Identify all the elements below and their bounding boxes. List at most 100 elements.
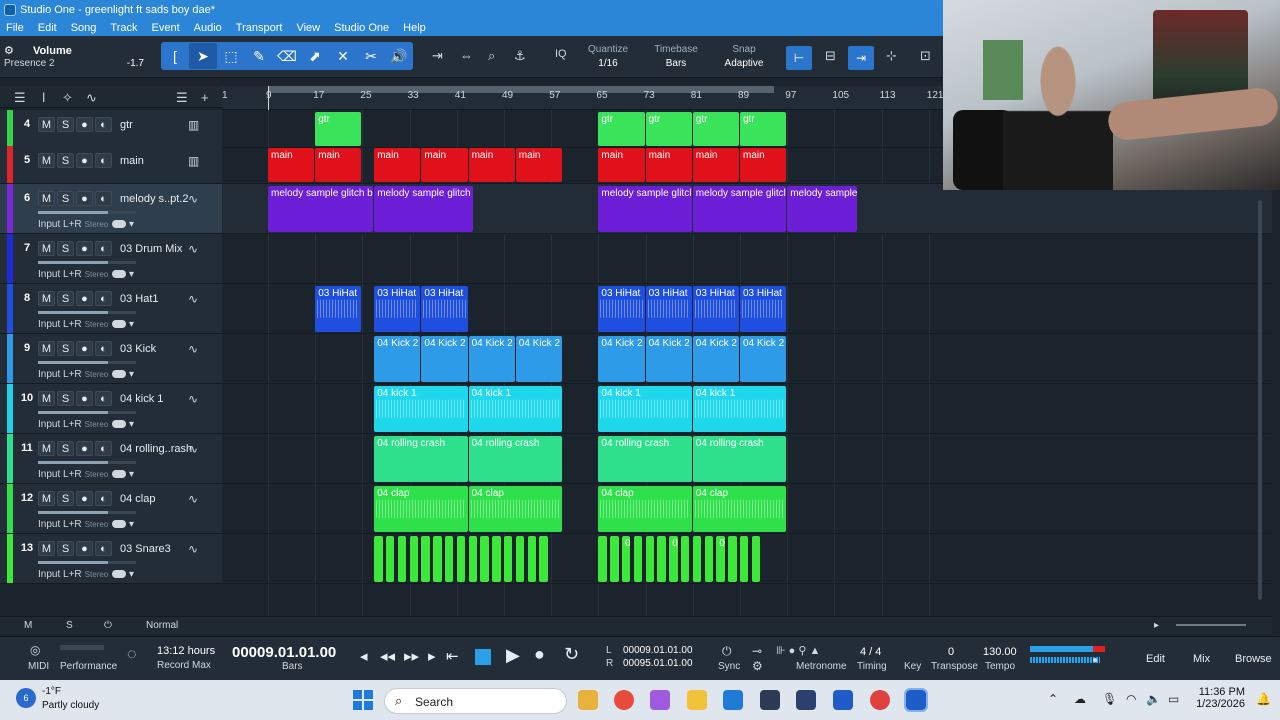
event-clip[interactable] [421,536,430,582]
event-clip[interactable] [692,536,702,582]
paint-tool-icon[interactable]: ⬈ [301,43,329,69]
snap-control[interactable]: Snap Adaptive [718,44,770,69]
bracket-tool-icon[interactable]: [ [161,43,189,69]
track-name[interactable]: 03 Drum Mix [120,243,182,255]
pencil-tool-icon[interactable]: ✎ [245,43,273,69]
fullscreen-icon[interactable]: ⊡ [920,48,931,64]
event-clip[interactable] [445,536,454,582]
mix-button[interactable]: Mix [1193,653,1210,665]
automation-icon[interactable]: ∿ [86,90,97,106]
event-clip[interactable]: 04 rolling crash [598,436,692,482]
file-explorer-icon[interactable] [687,690,707,710]
event-clip[interactable]: main [515,148,562,182]
record-arm-icon[interactable]: ● [76,341,93,356]
track-volume-fader[interactable] [38,211,136,214]
input-toggle[interactable] [112,470,127,479]
record-arm-icon[interactable]: ● [76,541,93,556]
event-clip[interactable] [681,536,690,582]
photos-icon[interactable] [723,690,743,710]
event-clip[interactable]: 03 [669,536,678,582]
volume-icon[interactable]: 🔈 [1146,692,1161,706]
mute-button[interactable]: M [38,491,55,506]
track-header-11[interactable]: 11 M S ● ◐ 04 rolling..rash ∿ Input L+R S… [0,434,222,484]
event-clip[interactable] [433,536,442,582]
menu-file[interactable]: File [6,22,24,34]
track-input-select[interactable]: Input L+R Stereo ▾ [38,519,134,530]
vertical-scrollbar[interactable] [1258,200,1262,600]
event-clip[interactable]: 03 HiHat [598,286,645,332]
event-clip[interactable]: main [740,148,787,182]
monitor-icon[interactable]: ◐ [95,341,112,356]
record-arm-icon[interactable]: ● [76,191,93,206]
monitor-icon[interactable]: ◐ [95,153,112,168]
studio-one-taskbar-icon[interactable] [833,690,853,710]
snap-to-grid-icon[interactable]: ⊢ [786,46,812,70]
input-toggle[interactable] [112,570,127,579]
follow-icon[interactable]: ⇥ [432,48,443,64]
record-arm-icon[interactable]: ● [76,241,93,256]
stretch-icon[interactable]: ⇔ [460,48,473,63]
tray-cloud-icon[interactable]: ☁ [1074,692,1086,706]
event-clip[interactable] [504,536,513,582]
snap-to-zero-icon[interactable]: ⊹ [886,48,897,64]
windows-start-icon[interactable] [353,690,373,710]
event-clip[interactable]: 04 rolling crash [468,436,562,482]
loop-left-value[interactable]: 00009.01.01.00 [623,645,693,656]
solo-button[interactable]: S [57,391,74,406]
copilot-icon[interactable] [650,690,670,710]
solo-button[interactable]: S [57,441,74,456]
track-menu-icon[interactable]: ☰ [176,90,188,106]
track-header-5[interactable]: 5 M S ● ◐ main ▥ [0,146,222,184]
event-clip[interactable] [539,536,548,582]
fast-forward-icon[interactable]: ▸▸ [404,647,419,665]
timing-value[interactable]: 4 / 4 [860,646,881,658]
event-clip[interactable]: 04 clap [468,486,562,532]
track-input-select[interactable]: Input L+R Stereo ▾ [38,569,134,580]
tools-icon[interactable]: ✧ [62,90,73,106]
app-icon-a[interactable] [760,690,780,710]
solo-button[interactable]: S [57,191,74,206]
event-clip[interactable] [610,536,619,582]
menu-help[interactable]: Help [403,22,426,34]
track-input-select[interactable]: Input L+R Stereo ▾ [38,369,134,380]
event-clip[interactable]: main [468,148,515,182]
to-end-icon[interactable]: ▸ [428,647,436,665]
mute-button[interactable]: M [38,291,55,306]
record-arm-icon[interactable]: ● [76,117,93,132]
event-clip[interactable]: 03 HiHat [315,286,362,332]
taskbar-search[interactable]: ⌕ Search [384,688,567,714]
monitor-icon[interactable]: ◐ [95,117,112,132]
arrow-tool-icon[interactable]: ➤ [189,43,217,69]
event-clip[interactable]: gtr [645,112,692,146]
mute-button[interactable]: M [38,241,55,256]
eraser-tool-icon[interactable]: ⌫ [273,43,301,69]
menu-edit[interactable]: Edit [38,22,57,34]
track-input-select[interactable]: Input L+R Stereo ▾ [38,219,134,230]
event-clip[interactable] [728,536,737,582]
menu-transport[interactable]: Transport [236,22,283,34]
tray-chevron-icon[interactable]: ⌃ [1048,692,1058,706]
solo-button[interactable]: S [57,491,74,506]
menu-song[interactable]: Song [71,22,97,34]
event-clip[interactable] [386,536,395,582]
event-clip[interactable]: main [692,148,739,182]
event-clip[interactable]: 04 Kick 2 [740,336,787,382]
track-name[interactable]: 03 Hat1 [120,293,159,305]
track-name[interactable]: 04 clap [120,493,155,505]
track-name[interactable]: 04 kick 1 [120,393,163,405]
track-lane-7[interactable] [222,234,1272,284]
solo-button[interactable]: S [57,153,74,168]
track-input-select[interactable]: Input L+R Stereo ▾ [38,319,134,330]
track-volume-fader[interactable] [38,261,136,264]
scroll-right-icon[interactable]: ▸ [1154,620,1159,631]
event-clip[interactable]: 04 Kick 2 [374,336,421,382]
play-icon[interactable]: ▶ [506,645,520,666]
input-toggle[interactable] [112,270,127,279]
event-clip[interactable] [527,536,537,582]
event-clip[interactable]: 04 Kick 2 [515,336,562,382]
position-display[interactable]: 00009.01.01.00 [232,644,336,661]
stop-button[interactable] [475,649,491,665]
event-clip[interactable]: melody sample glitcl [692,186,787,232]
track-volume-fader[interactable] [38,511,136,514]
event-clip[interactable]: 04 Kick 2 [692,336,739,382]
